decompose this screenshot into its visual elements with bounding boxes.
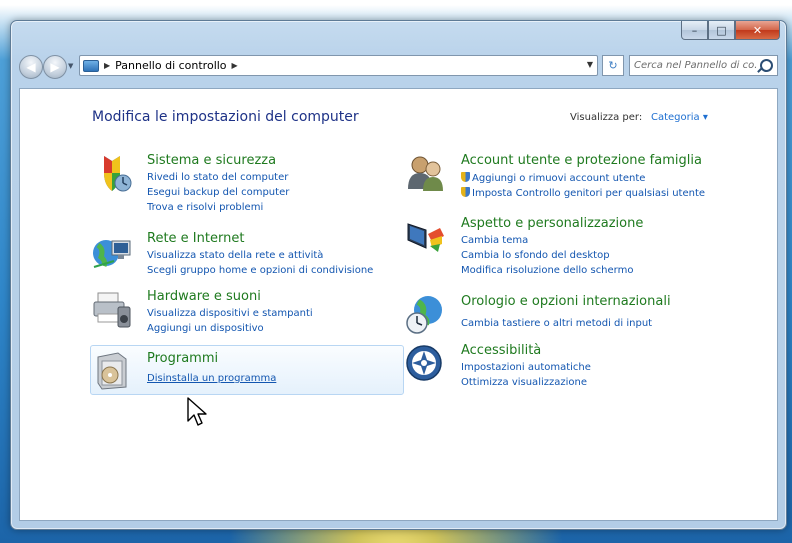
control-panel-icon xyxy=(83,59,99,72)
link-add-remove-accounts-label: Aggiungi o rimuovi account utente xyxy=(472,173,646,184)
control-panel-window: – □ ✕ ◀ ▶ ▼ ▶ Pannello di controllo ▶ ▼ … xyxy=(10,20,787,530)
programs-box-icon[interactable] xyxy=(92,351,132,391)
link-network-status[interactable]: Visualizza stato della rete e attività xyxy=(147,250,323,261)
navigation-bar: ◀ ▶ ▼ ▶ Pannello di controllo ▶ ▼ ↻ xyxy=(19,53,778,81)
refresh-icon: ↻ xyxy=(608,59,618,72)
category-title-system-security[interactable]: Sistema e sicurezza xyxy=(147,153,276,168)
link-screen-resolution[interactable]: Modifica risoluzione dello schermo xyxy=(461,265,633,276)
uac-shield-icon xyxy=(461,172,470,182)
category-title-clock-region[interactable]: Orologio e opzioni internazionali xyxy=(461,294,671,309)
minimize-button[interactable]: – xyxy=(681,21,708,40)
view-by-dropdown[interactable]: Categoria ▾ xyxy=(651,112,708,123)
link-change-theme[interactable]: Cambia tema xyxy=(461,235,528,246)
link-homegroup[interactable]: Scegli gruppo home e opzioni di condivis… xyxy=(147,265,373,276)
link-change-keyboards[interactable]: Cambia tastiere o altri metodi di input xyxy=(461,318,652,329)
search-icon[interactable] xyxy=(760,59,773,72)
caption-buttons: – □ ✕ xyxy=(681,21,780,40)
category-title-network-internet[interactable]: Rete e Internet xyxy=(147,231,244,246)
link-devices-printers[interactable]: Visualizza dispositivi e stampanti xyxy=(147,308,313,319)
link-optimize-display[interactable]: Ottimizza visualizzazione xyxy=(461,377,587,388)
breadcrumb-separator-icon[interactable]: ▶ xyxy=(104,61,110,70)
search-box[interactable] xyxy=(629,55,778,76)
uac-shield-icon xyxy=(461,187,470,197)
category-title-accessibility[interactable]: Accessibilità xyxy=(461,343,541,358)
content-pane: Modifica le impostazioni del computer Vi… xyxy=(19,88,778,521)
link-add-remove-accounts[interactable]: Aggiungi o rimuovi account utente xyxy=(461,172,645,184)
forward-button[interactable]: ▶ xyxy=(43,55,67,79)
address-dropdown-icon[interactable]: ▼ xyxy=(587,60,593,69)
globe-clock-icon[interactable] xyxy=(406,294,446,334)
category-title-user-accounts[interactable]: Account utente e protezione famiglia xyxy=(461,153,702,168)
accessibility-icon[interactable] xyxy=(406,343,446,383)
display-paint-icon[interactable] xyxy=(406,216,446,256)
address-bar[interactable]: ▶ Pannello di controllo ▶ ▼ xyxy=(79,55,598,76)
printer-icon[interactable] xyxy=(92,289,132,329)
link-auto-settings[interactable]: Impostazioni automatiche xyxy=(461,362,591,373)
mouse-pointer-icon xyxy=(187,397,207,426)
forward-arrow-icon: ▶ xyxy=(50,60,60,74)
category-title-hardware-sound[interactable]: Hardware e suoni xyxy=(147,289,261,304)
recent-pages-dropdown-icon[interactable]: ▼ xyxy=(68,62,73,70)
link-backup[interactable]: Esegui backup del computer xyxy=(147,187,289,198)
breadcrumb-control-panel[interactable]: Pannello di controllo xyxy=(115,59,226,72)
search-input[interactable] xyxy=(634,60,758,71)
link-review-status[interactable]: Rivedi lo stato del computer xyxy=(147,172,288,183)
close-button[interactable]: ✕ xyxy=(735,21,780,40)
view-by-label: Visualizza per: xyxy=(570,112,643,123)
link-desktop-background[interactable]: Cambia lo sfondo del desktop xyxy=(461,250,610,261)
maximize-button[interactable]: □ xyxy=(708,21,735,40)
users-icon[interactable] xyxy=(406,153,446,193)
link-troubleshoot[interactable]: Trova e risolvi problemi xyxy=(147,202,263,213)
shield-icon[interactable] xyxy=(92,153,132,193)
back-arrow-icon: ◀ xyxy=(26,60,36,74)
back-button[interactable]: ◀ xyxy=(19,55,43,79)
programs-hover-highlight xyxy=(90,345,404,395)
link-uninstall-program[interactable]: Disinstalla un programma xyxy=(147,373,276,384)
link-parental-controls-label: Imposta Controllo genitori per qualsiasi… xyxy=(472,188,706,199)
page-title: Modifica le impostazioni del computer xyxy=(92,109,359,125)
category-title-programs[interactable]: Programmi xyxy=(147,351,218,366)
breadcrumb-separator-icon[interactable]: ▶ xyxy=(232,61,238,70)
link-parental-controls[interactable]: Imposta Controllo genitori per qualsiasi… xyxy=(461,187,705,199)
category-title-appearance[interactable]: Aspetto e personalizzazione xyxy=(461,216,643,231)
link-add-device[interactable]: Aggiungi un dispositivo xyxy=(147,323,264,334)
network-globe-icon[interactable] xyxy=(92,231,132,271)
refresh-button[interactable]: ↻ xyxy=(602,55,624,76)
